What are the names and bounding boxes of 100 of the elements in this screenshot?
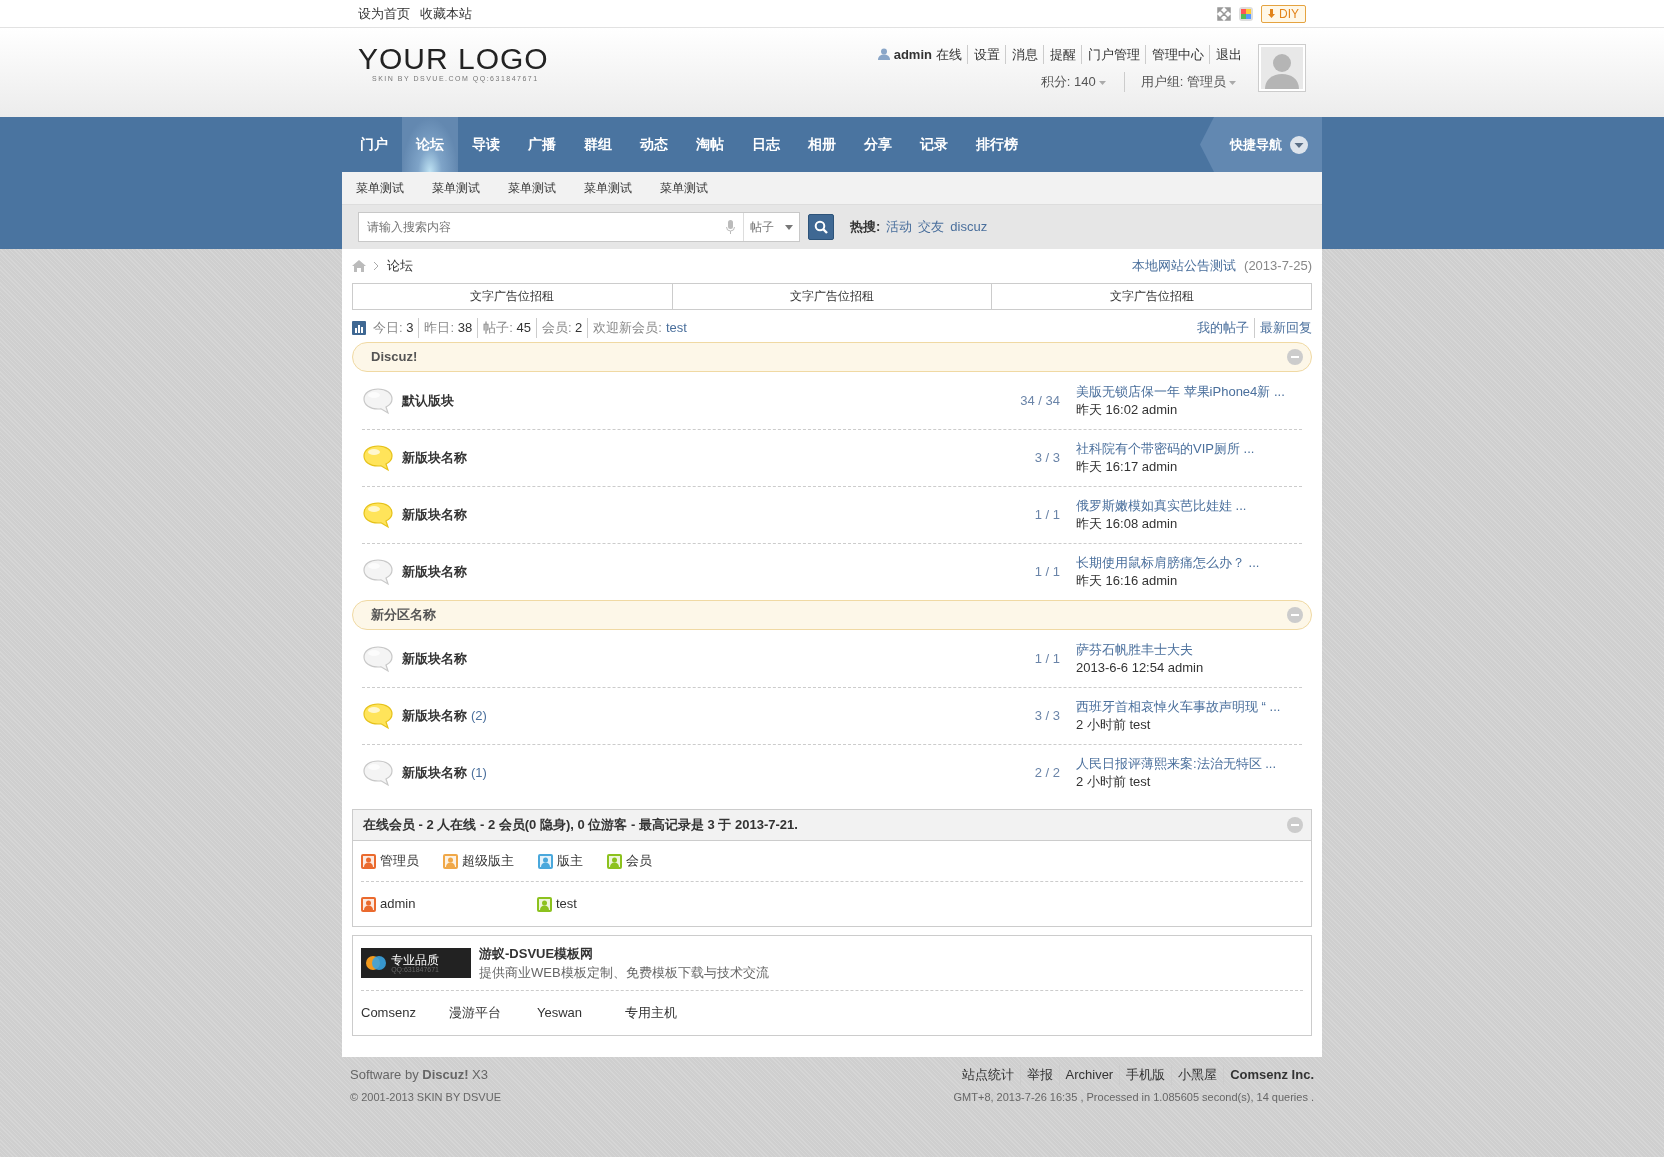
announcement-date: (2013-7-25) (1244, 258, 1312, 274)
role-label: 超级版主 (462, 852, 514, 871)
last-post-link[interactable]: 人民日报评薄熙来案:法治无特区 ... (1076, 755, 1302, 773)
caret-icon (1098, 80, 1106, 85)
partner-title-link[interactable]: 游蚁-DSVUE模板网 (479, 943, 769, 963)
hot-search-link[interactable]: 交友 (918, 217, 945, 237)
today-post-count: (2) (471, 707, 487, 726)
last-post-info: 2013-6-6 12:54 admin (1076, 658, 1205, 677)
forum-name-link[interactable]: 新版块名称 (402, 648, 467, 669)
footer-link[interactable]: 站点统计 (961, 1065, 1014, 1085)
user-menu-link[interactable]: 设置 (967, 44, 1000, 64)
nav-tab[interactable]: 群组 (570, 117, 626, 172)
last-post-link[interactable]: 西班牙首相哀悼火车事故声明现 “ ... (1076, 698, 1302, 716)
thread-post-count: 3 / 3 (1033, 449, 1060, 468)
friend-link[interactable]: Comsenz (361, 1003, 449, 1023)
nav-tab[interactable]: 相册 (794, 117, 850, 172)
friend-link[interactable]: 漫游平台 (449, 1003, 537, 1023)
nav-tab[interactable]: 门户 (346, 117, 402, 172)
ad-text-link[interactable]: 文字广告位招租 (991, 284, 1311, 309)
submenu-link[interactable]: 菜单测试 (660, 179, 708, 197)
usergroup-dropdown[interactable]: 用户组: 管理员 (1123, 72, 1236, 92)
top-link[interactable]: 收藏本站 (420, 3, 472, 24)
ad-text-link[interactable]: 文字广告位招租 (353, 284, 672, 309)
dropdown-circle-icon (1290, 135, 1308, 154)
footer-link[interactable]: 举报 (1019, 1065, 1053, 1085)
forum-name-link[interactable]: 新版块名称 (402, 706, 467, 726)
ad-text-link[interactable]: 文字广告位招租 (671, 284, 992, 309)
stat-item: 会员: 2 (535, 318, 583, 338)
footer-link[interactable]: 手机版 (1119, 1065, 1166, 1085)
user-menu-link[interactable]: 提醒 (1043, 44, 1076, 64)
chart-icon (352, 321, 366, 335)
breadcrumb-link[interactable]: 论坛 (387, 256, 413, 276)
nav-tab[interactable]: 淘帖 (682, 117, 738, 172)
site-logo[interactable]: YOUR LOGO (358, 44, 549, 74)
online-user-link[interactable]: admin (380, 894, 416, 914)
new-member-link[interactable]: test (665, 318, 687, 338)
thread-post-count: 2 / 2 (1033, 764, 1060, 783)
footer-link[interactable]: Comsenz Inc. (1223, 1065, 1314, 1085)
nav-tab[interactable]: 日志 (738, 117, 794, 172)
collapse-icon (1287, 817, 1303, 833)
role-label: 会员 (626, 852, 652, 871)
friend-link[interactable]: Yeswan (537, 1003, 625, 1023)
submenu-link[interactable]: 菜单测试 (508, 179, 556, 197)
stat-item: 昨日: 38 (418, 318, 473, 338)
forum-name-link[interactable]: 新版块名称 (402, 505, 467, 525)
username-link[interactable]: admin (893, 44, 932, 64)
search-button[interactable] (808, 214, 834, 240)
friend-link[interactable]: 专用主机 (625, 1003, 713, 1023)
powered-by-text: Software by Discuz! X3 (350, 1066, 488, 1084)
last-post-info: 昨天 16:17 admin (1076, 458, 1179, 476)
user-menu-link[interactable]: 门户管理 (1081, 44, 1140, 64)
last-post-link[interactable]: 俄罗斯嫩模如真实芭比娃娃 ... (1076, 497, 1302, 515)
category-header[interactable]: 新分区名称 (352, 600, 1312, 630)
quick-link[interactable]: 我的帖子 (1197, 318, 1249, 338)
user-menu-link[interactable]: 退出 (1209, 44, 1242, 64)
category-header[interactable]: Discuz! (352, 342, 1312, 372)
announcement-link[interactable]: 本地网站公告测试 (1132, 258, 1237, 274)
badge-title: 专业品质 (391, 953, 439, 966)
footer-link[interactable]: 小黑屋 (1171, 1065, 1218, 1085)
last-post-link[interactable]: 萨芬石帆胜丰士大夫 (1076, 640, 1302, 659)
nav-tab[interactable]: 广播 (514, 117, 570, 172)
download-arrow-icon (1268, 9, 1275, 18)
quick-link[interactable]: 最新回复 (1254, 318, 1312, 338)
nav-tab[interactable]: 动态 (626, 117, 682, 172)
last-post-info: 昨天 16:02 admin (1076, 400, 1179, 419)
hot-search-link[interactable]: 活动 (886, 217, 913, 237)
online-user-link[interactable]: test (556, 894, 577, 914)
submenu-link[interactable]: 菜单测试 (584, 179, 632, 197)
chevron-icon (374, 262, 379, 270)
user-menu-link[interactable]: 管理中心 (1145, 44, 1204, 64)
caret-icon (1229, 80, 1236, 85)
user-menu-link[interactable]: 消息 (1005, 44, 1038, 64)
nav-tab[interactable]: 排行榜 (962, 117, 1032, 172)
nav-tab[interactable]: 记录 (906, 117, 962, 172)
last-post-link[interactable]: 社科院有个带密码的VIP厕所 ... (1076, 440, 1302, 458)
top-link[interactable]: 设为首页 (358, 3, 410, 24)
today-post-count: (1) (471, 764, 487, 783)
microphone-icon (726, 220, 735, 234)
last-post-info: 2 小时前 test (1076, 773, 1152, 791)
search-field[interactable]: 请输入搜索内容 帖子 (358, 212, 800, 242)
forum-name-link[interactable]: 新版块名称 (402, 562, 467, 582)
footer-link[interactable]: Archiver (1058, 1065, 1114, 1085)
collapse-icon (1287, 349, 1303, 365)
online-summary: 在线会员 - 2 人在线 - 2 会员(0 隐身), 0 位游客 - 最高记录是 3 于 2013-7-21. (363, 816, 798, 835)
role-label: 版主 (557, 852, 583, 871)
render-info-text: GMT+8, 2013-7-26 16:35 , Processed in 1.085605 second(s), 14 queries . (953, 1089, 1314, 1105)
last-post-link[interactable]: 美版无锁店保一年 苹果iPhone4新 ... (1076, 382, 1302, 401)
forum-name-link[interactable]: 默认版块 (402, 390, 454, 411)
forum-name-link[interactable]: 新版块名称 (402, 448, 467, 468)
submenu-link[interactable]: 菜单测试 (356, 179, 404, 197)
credits-dropdown[interactable]: 积分: 140 (1040, 72, 1106, 92)
forum-name-link[interactable]: 新版块名称 (402, 763, 467, 783)
search-type-dropdown[interactable]: 帖子 (743, 213, 799, 241)
nav-tab[interactable]: 导读 (458, 117, 514, 172)
role-label: 管理员 (380, 852, 419, 871)
quick-nav-button[interactable]: 快捷导航 (1200, 117, 1322, 172)
submenu-link[interactable]: 菜单测试 (432, 179, 480, 197)
nav-tab[interactable]: 分享 (850, 117, 906, 172)
last-post-link[interactable]: 长期使用鼠标肩膀痛怎么办？ ... (1076, 554, 1302, 572)
hot-search-link[interactable]: discuz (950, 217, 988, 237)
